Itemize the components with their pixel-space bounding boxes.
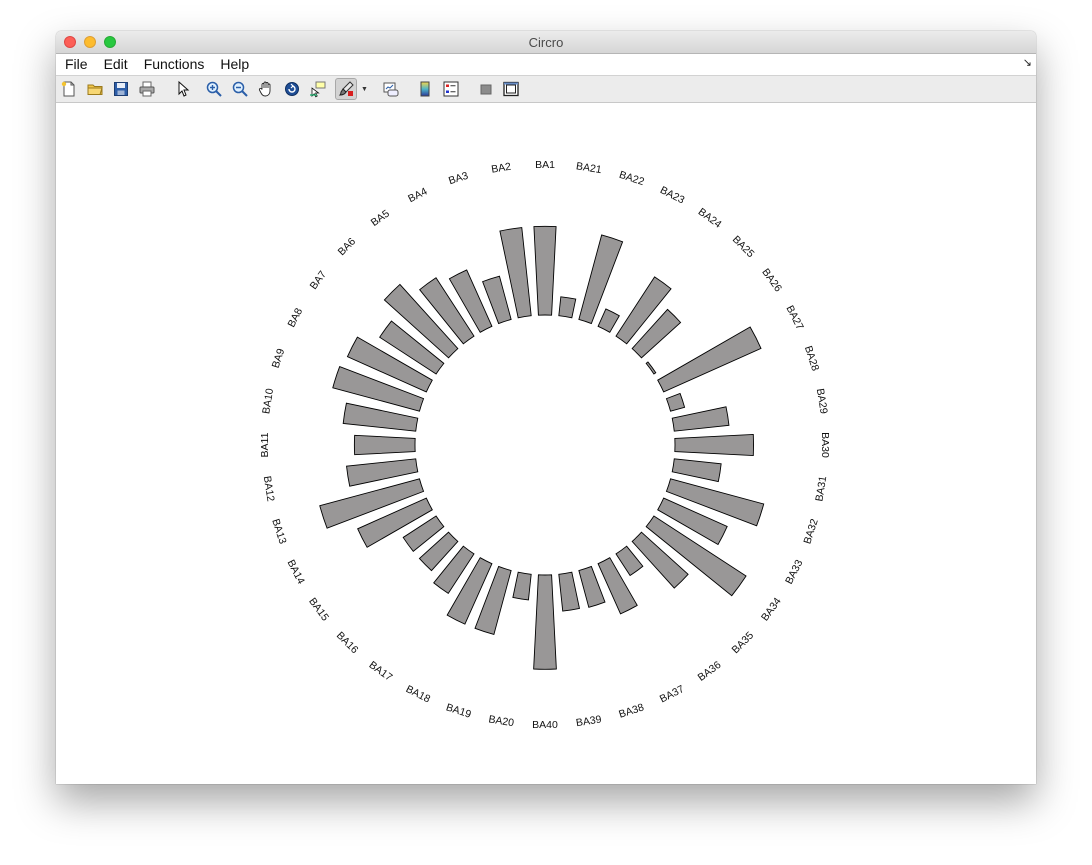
label-ba35: BA35: [730, 629, 757, 656]
bar-ba30: [674, 433, 755, 457]
new-figure-icon[interactable]: [60, 80, 78, 98]
data-cursor-icon[interactable]: [309, 80, 327, 98]
label-ba34: BA34: [759, 595, 784, 623]
label-ba25: BA25: [730, 234, 757, 261]
label-ba14: BA14: [285, 558, 307, 586]
label-ba6: BA6: [336, 235, 359, 258]
menu-help[interactable]: Help: [212, 54, 257, 75]
menu-bar: File Edit Functions Help ↘: [56, 54, 1036, 76]
label-ba33: BA33: [783, 558, 805, 586]
label-ba15: BA15: [306, 596, 331, 624]
figure-toolbar: ▼: [56, 76, 1036, 103]
dock-arrow-icon[interactable]: ↘: [1023, 56, 1032, 69]
label-ba24: BA24: [696, 206, 724, 231]
label-ba37: BA37: [658, 683, 686, 705]
label-ba23: BA23: [658, 184, 686, 206]
label-ba38: BA38: [617, 701, 645, 720]
link-plot-icon[interactable]: [382, 80, 400, 98]
rotate-3d-icon[interactable]: [283, 80, 301, 98]
circular-bar-chart: BA1 BA21 BA22 BA23 BA24BA25BA26 BA27 BA28 BA29 B…: [259, 159, 831, 731]
bar-ba1: [533, 225, 557, 316]
bar-ba11: [353, 434, 416, 456]
label-ba36: BA36: [696, 659, 724, 684]
label-ba5: BA5: [369, 208, 392, 229]
label-ba31: BA31: [813, 475, 829, 502]
pan-hand-icon[interactable]: [257, 80, 275, 98]
legend-icon[interactable]: [442, 80, 460, 98]
label-ba32: BA32: [801, 517, 820, 545]
label-ba11: BA11: [259, 432, 271, 457]
save-icon[interactable]: [112, 80, 130, 98]
label-ba40: BA40: [532, 719, 558, 731]
label-ba12: BA12: [261, 475, 277, 502]
window-title: Circro: [528, 35, 564, 50]
zoom-out-icon[interactable]: [231, 80, 249, 98]
menu-functions[interactable]: Functions: [136, 54, 213, 75]
label-ba18: BA18: [404, 683, 432, 705]
hide-plot-tools-icon[interactable]: [477, 80, 495, 98]
label-ba3: BA3: [447, 170, 470, 188]
label-ba27: BA27: [783, 304, 805, 332]
bar-ba40: [533, 574, 557, 670]
menu-file[interactable]: File: [57, 54, 96, 75]
open-file-icon[interactable]: [86, 80, 104, 98]
title-bar[interactable]: Circro: [56, 31, 1036, 54]
plot-canvas[interactable]: BA1 BA21 BA22 BA23 BA24 BA25 BA26 BA27 BA28 BA29 B…: [56, 104, 1036, 784]
menu-edit[interactable]: Edit: [96, 54, 136, 75]
inner-hub: [415, 315, 675, 575]
label-ba13: BA13: [269, 517, 288, 545]
bar-ba21: [558, 296, 577, 319]
label-ba21: BA21: [575, 160, 602, 176]
label-ba1: BA1: [535, 159, 555, 171]
label-ba4: BA4: [406, 185, 429, 205]
brush-icon[interactable]: [335, 78, 357, 100]
label-ba19: BA19: [444, 701, 472, 720]
label-ba8: BA8: [285, 306, 305, 329]
label-ba9: BA9: [270, 347, 288, 370]
label-ba7: BA7: [308, 269, 329, 292]
label-ba2: BA2: [490, 161, 512, 176]
label-ba29: BA29: [814, 388, 830, 415]
label-ba26: BA26: [759, 266, 784, 294]
bar-ba39: [558, 571, 580, 612]
label-ba28: BA28: [802, 344, 821, 372]
label-ba30: BA30: [819, 432, 831, 458]
print-icon[interactable]: [138, 80, 156, 98]
brush-dropdown-icon[interactable]: ▼: [361, 86, 368, 93]
bar-ba27: [657, 326, 762, 393]
colorbar-icon[interactable]: [416, 80, 434, 98]
show-plot-tools-icon[interactable]: [502, 80, 520, 98]
label-ba39: BA39: [575, 713, 602, 729]
zoom-in-icon[interactable]: [205, 80, 223, 98]
figure-window: Circro File Edit Functions Help ↘ ▼ BA1 …: [56, 31, 1036, 784]
bar-ba20: [512, 571, 532, 601]
label-ba22: BA22: [618, 169, 646, 188]
pointer-icon[interactable]: [173, 80, 191, 98]
label-ba10: BA10: [260, 387, 276, 414]
bar-ba29: [671, 406, 730, 432]
bar-ba38: [578, 565, 606, 608]
label-ba20: BA20: [488, 713, 515, 729]
bar-ba22: [578, 234, 624, 325]
label-ba17: BA17: [367, 659, 395, 684]
label-ba16: BA16: [334, 630, 361, 657]
bar-ba31: [671, 458, 722, 483]
